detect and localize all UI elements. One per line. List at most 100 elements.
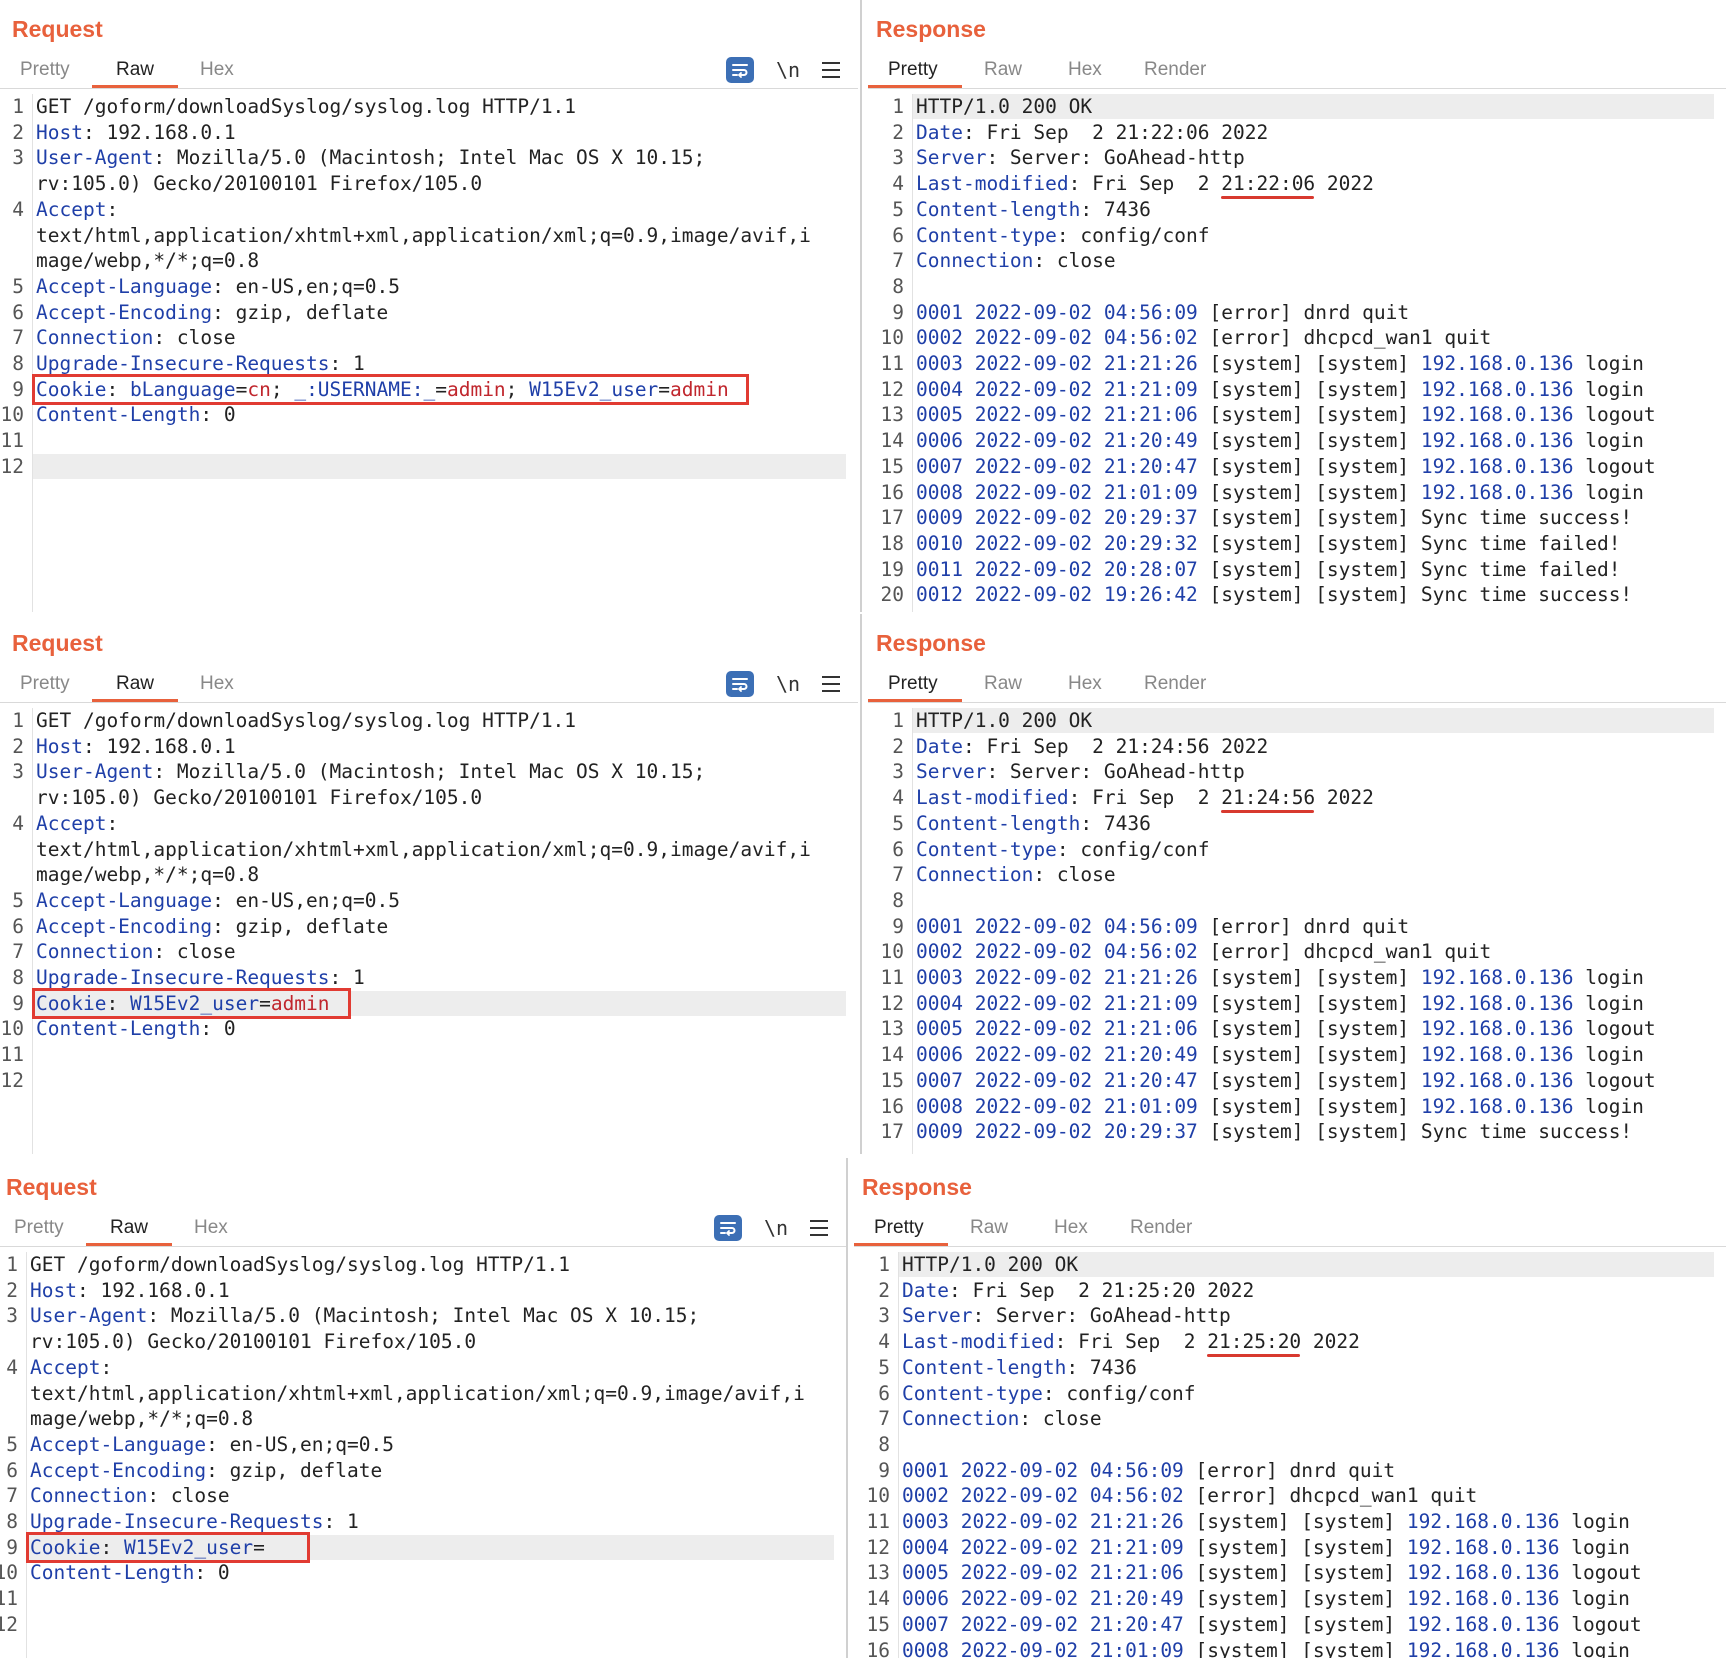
tab-render[interactable]: Render [1130,1210,1192,1244]
header-name: Content-length [916,197,1081,221]
line-code: Upgrade-Insecure-Requests: 1 [30,1509,359,1534]
request-editor[interactable]: 1 GET /goform/downloadSyslog/syslog.log H… [0,94,858,612]
code-line: 5 Accept-Language: en-US,en;q=0.5 [0,1432,834,1457]
tab-raw[interactable]: Raw [85,1210,173,1246]
response-editor[interactable]: 1 HTTP/1.0 200 OK 2 Date: Fri Sep 2 21:22:0… [868,94,1726,612]
code-line: mage/webp,*/*;q=0.8 [0,248,846,273]
log-message: [error] dhcpcd_wan1 quit [1197,940,1492,964]
log-date: 2022-09-02 [974,583,1093,607]
header-name: Content-Length [30,1561,195,1585]
code-line: 7 Connection: close [868,248,1714,273]
log-ip: 192.168.0.136 [1420,403,1574,427]
log-id: 0001 [916,300,963,324]
tab-raw[interactable]: Raw [984,666,1022,700]
tab-raw[interactable]: Raw [91,666,179,702]
line-number: 14 [880,1043,904,1067]
response-editor[interactable]: 1 HTTP/1.0 200 OK 2 Date: Fri Sep 2 21:25:2… [854,1252,1726,1658]
hamburger-menu-icon[interactable] [822,676,841,692]
code-line: 1 HTTP/1.0 200 OK [878,1252,1714,1277]
line-code: 0002 2022-09-02 04:56:02 [error] dhcpcd_… [916,939,1491,964]
line-code: Content-length: 7436 [902,1355,1137,1380]
pane-divider[interactable] [860,614,862,1154]
header-name: Connection [36,326,154,350]
line-code: text/html,application/xhtml+xml,applicat… [36,837,811,862]
header-value: : gzip, deflate [212,914,389,938]
newline-toggle-icon[interactable]: \n [776,672,800,696]
tab-hex[interactable]: Hex [200,666,234,700]
log-date: 2022-09-02 [960,1587,1079,1611]
header-name: Accept-Encoding [30,1458,207,1482]
header-name: User-Agent [30,1304,148,1328]
cookie-highlight-box [32,373,750,406]
tab-hex[interactable]: Hex [1054,1210,1088,1244]
line-code: Content-type: config/conf [902,1381,1196,1406]
tab-hex[interactable]: Hex [1068,666,1102,700]
header-value-tail: 2022 [1315,786,1374,810]
log-message: [system] [system] [1183,1612,1407,1636]
log-date: 2022-09-02 [974,1094,1093,1118]
tab-raw[interactable]: Raw [984,52,1022,86]
header-value: : close [1033,249,1116,273]
line-number: 20 [880,583,904,607]
log-ip: 192.168.0.136 [1420,991,1574,1015]
tab-pretty[interactable]: Pretty [20,666,70,700]
tab-raw[interactable]: Raw [970,1210,1008,1244]
tab-hex[interactable]: Hex [194,1210,228,1244]
code-line: 15 0007 2022-09-02 21:20:47 [system] [sys… [868,454,1714,479]
header-value: mage/webp,*/*;q=0.8 [36,863,260,887]
wrap-lines-icon[interactable] [726,671,754,697]
tab-render[interactable]: Render [1144,666,1206,700]
log-time: 20:29:37 [1103,506,1198,530]
request-editor[interactable]: 1 GET /goform/downloadSyslog/syslog.log H… [0,1252,846,1658]
line-number: 15 [880,1068,904,1092]
tab-pretty[interactable]: Pretty [854,1210,948,1246]
line-number: 10 [0,1017,24,1041]
response-editor[interactable]: 1 HTTP/1.0 200 OK 2 Date: Fri Sep 2 21:24:5… [868,708,1726,1154]
line-number: 15 [866,1612,890,1636]
log-action: login [1573,377,1644,401]
header-value: : 0 [200,403,236,427]
pane-divider[interactable] [846,1158,848,1658]
newline-toggle-icon[interactable]: \n [776,58,800,82]
log-date: 2022-09-02 [974,480,1093,504]
wrap-lines-icon[interactable] [714,1215,742,1241]
log-ip: 192.168.0.136 [1406,1638,1560,1658]
log-id: 0007 [916,454,963,478]
hamburger-menu-icon[interactable] [810,1220,829,1236]
line-number: 9 [878,1458,890,1482]
log-id: 0005 [902,1561,949,1585]
tab-pretty[interactable]: Pretty [868,52,962,88]
header-name: Date [916,120,963,144]
log-id: 0007 [916,1068,963,1092]
log-id: 0005 [916,403,963,427]
code-line: 10 Content-Length: 0 [0,1560,834,1585]
log-date: 2022-09-02 [960,1535,1079,1559]
line-number: 7 [892,863,904,887]
request-tab-bar: Pretty Raw Hex \n [0,1210,846,1247]
tab-raw[interactable]: Raw [91,52,179,88]
tab-pretty[interactable]: Pretty [20,52,70,86]
last-modified-time: 21:22:06 [1221,172,1316,196]
line-code: 0005 2022-09-02 21:21:06 [system] [syste… [916,402,1656,427]
log-message: [system] [system] [1197,1043,1421,1067]
pane-divider[interactable] [860,0,862,612]
header-value: GET /goform/downloadSyslog/syslog.log HT… [30,1253,571,1276]
log-message: [system] [system] [1197,1017,1421,1041]
tab-hex[interactable]: Hex [1068,52,1102,86]
tab-pretty[interactable]: Pretty [868,666,962,702]
tab-render[interactable]: Render [1144,52,1206,86]
code-line: 11 [0,1042,846,1067]
header-value: rv:105.0) Gecko/20100101 Firefox/105.0 [36,786,483,810]
line-code: Accept: [36,197,118,222]
log-ip: 192.168.0.136 [1420,966,1574,989]
line-code: Last-modified: Fri Sep 2 21:25:20 2022 [902,1329,1360,1354]
line-number: 1 [12,95,24,118]
request-editor[interactable]: 1 GET /goform/downloadSyslog/syslog.log H… [0,708,858,1154]
newline-toggle-icon[interactable]: \n [764,1216,788,1240]
wrap-lines-icon[interactable] [726,57,754,83]
tab-pretty[interactable]: Pretty [14,1210,64,1244]
log-id: 0010 [916,531,963,555]
hamburger-menu-icon[interactable] [822,62,841,78]
log-id: 0004 [902,1535,949,1559]
tab-hex[interactable]: Hex [200,52,234,86]
